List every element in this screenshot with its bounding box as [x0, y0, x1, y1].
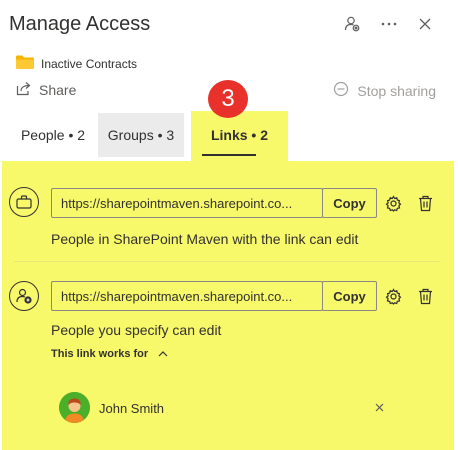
link-works-for-toggle[interactable]: This link works for — [51, 348, 168, 360]
person-name: John Smith — [99, 401, 165, 416]
item-name-row: Inactive Contracts — [16, 55, 137, 72]
link-description: People you specify can edit — [51, 322, 222, 338]
tab-people[interactable]: People • 2 — [12, 113, 94, 157]
link-url-field[interactable]: https://sharepointmaven.sharepoint.co... — [51, 281, 323, 311]
dialog-title: Manage Access — [9, 13, 151, 35]
copy-link-button[interactable]: Copy — [322, 188, 377, 218]
briefcase-icon — [9, 187, 39, 217]
folder-icon — [16, 55, 34, 72]
delete-icon[interactable] — [416, 287, 434, 305]
remove-person-icon[interactable] — [372, 400, 386, 414]
stop-sharing-label: Stop sharing — [357, 82, 436, 99]
copy-link-button[interactable]: Copy — [322, 281, 377, 311]
share-button[interactable]: Share — [16, 81, 76, 99]
delete-icon[interactable] — [416, 194, 434, 212]
link-description: People in SharePoint Maven with the link… — [51, 231, 359, 247]
tab-links[interactable]: Links • 2 — [191, 113, 288, 157]
tab-active-indicator — [202, 154, 256, 156]
stop-sharing-button[interactable]: Stop sharing — [333, 81, 436, 100]
works-for-label: This link works for — [51, 348, 149, 360]
avatar — [59, 392, 90, 423]
link-url-field[interactable]: https://sharepointmaven.sharepoint.co... — [51, 188, 323, 218]
chevron-up-icon — [158, 348, 168, 360]
close-icon[interactable] — [415, 14, 435, 34]
share-icon — [16, 81, 31, 99]
gear-icon[interactable] — [384, 194, 402, 212]
share-label: Share — [39, 82, 77, 98]
person-add-icon — [9, 281, 39, 311]
person-settings-icon[interactable] — [342, 14, 362, 34]
stop-sharing-icon — [333, 81, 349, 100]
link-divider — [14, 261, 440, 262]
callout-badge: 3 — [208, 80, 248, 118]
tab-groups[interactable]: Groups • 3 — [98, 113, 184, 157]
gear-icon[interactable] — [384, 287, 402, 305]
more-icon[interactable] — [379, 14, 399, 34]
item-name: Inactive Contracts — [41, 56, 138, 71]
